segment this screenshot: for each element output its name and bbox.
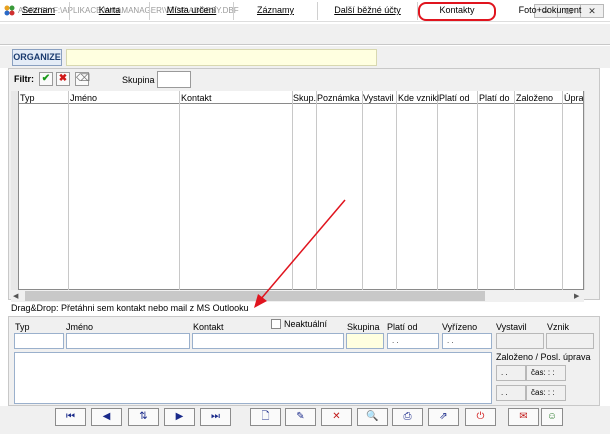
org-name-field[interactable] xyxy=(66,49,377,66)
col-divider xyxy=(562,91,563,290)
drag-drop-hint: Drag&Drop: Přetáhni sem kontakt nebo mai… xyxy=(11,303,249,313)
zalozeno-label: Založeno / Posl. úprava xyxy=(496,352,591,362)
tab-label: Záznamy xyxy=(256,5,294,15)
skupina-filter-input[interactable] xyxy=(157,71,191,88)
find-icon[interactable]: 🔍 xyxy=(357,408,388,426)
tab-label: Foto+dokument xyxy=(518,5,582,15)
last-icon[interactable]: ⏭ xyxy=(200,408,231,426)
scroll-right-icon[interactable]: ▶ xyxy=(574,292,579,300)
skupina-detail-field[interactable] xyxy=(346,333,384,349)
x-icon[interactable]: ✖ xyxy=(56,72,70,86)
tab-foto-dokument[interactable]: Foto+dokument xyxy=(500,2,600,20)
tab-zaznamy[interactable]: Záznamy xyxy=(234,2,318,20)
col-header-uprava[interactable]: Úprava xyxy=(564,93,583,103)
col-divider xyxy=(514,91,515,290)
typ-field[interactable] xyxy=(14,333,64,349)
mail-icon[interactable]: ✉ xyxy=(508,408,539,426)
vystavil-label: Vystavil xyxy=(496,322,527,332)
col-header-skupina[interactable]: Skup. xyxy=(293,93,316,103)
tab-strip xyxy=(0,24,610,45)
col-divider xyxy=(179,91,180,290)
tab-seznam[interactable]: Seznam xyxy=(8,2,70,20)
col-divider xyxy=(437,91,438,290)
uprava-date: . . xyxy=(496,385,526,401)
filter-label: Filtr: xyxy=(14,74,34,84)
tab-dalsi-ucty[interactable]: Další běžné účty xyxy=(318,2,418,20)
vystavil-field xyxy=(496,333,544,349)
check-icon[interactable]: ✔ xyxy=(39,72,53,86)
grid-vertical-scrollbar[interactable] xyxy=(584,91,598,290)
col-header-vystavil[interactable]: Vystavil xyxy=(363,93,394,103)
vyrizeno-field[interactable]: . . xyxy=(442,333,492,349)
neaktualni-label: Neaktuální xyxy=(284,319,328,329)
plati-od-field[interactable]: . . xyxy=(387,333,439,349)
vznik-field xyxy=(546,333,594,349)
col-header-kde-vznikl[interactable]: Kde vznikl xyxy=(398,93,439,103)
jmeno-field[interactable] xyxy=(66,333,190,349)
print-icon[interactable]: ⎙ xyxy=(392,408,423,426)
plati-od-label: Platí od xyxy=(387,322,418,332)
kontakt-field[interactable] xyxy=(192,333,344,349)
col-header-zalozeno[interactable]: Založeno xyxy=(516,93,553,103)
tab-mista-urceni[interactable]: Místa určení xyxy=(150,2,234,20)
tab-label: Seznam xyxy=(21,5,56,15)
note-textarea[interactable] xyxy=(14,352,492,404)
tab-label: Místa určení xyxy=(166,5,217,15)
person-icon[interactable]: ☺ xyxy=(541,408,563,426)
col-header-poznamka[interactable]: Poznámka xyxy=(317,93,360,103)
export-icon[interactable]: ⇗ xyxy=(428,408,459,426)
tab-label: Karta xyxy=(98,5,121,15)
prev-icon[interactable]: ◀ xyxy=(91,408,122,426)
first-icon[interactable]: ⏮ xyxy=(55,408,86,426)
vznik-label: Vznik xyxy=(547,322,570,332)
neaktualni-checkbox[interactable] xyxy=(271,319,281,329)
annotation-arrow-icon xyxy=(254,199,346,308)
col-divider xyxy=(396,91,397,290)
tab-kontakty[interactable]: Kontakty xyxy=(418,2,496,21)
vyrizeno-label: Vyřízeno xyxy=(442,322,478,332)
zalozeno-time: čas: : : xyxy=(526,365,566,381)
tab-karta[interactable]: Karta xyxy=(70,2,150,20)
power-icon[interactable]: ⏻ xyxy=(465,408,496,426)
jmeno-label: Jméno xyxy=(66,322,94,332)
row-indicator xyxy=(11,91,19,290)
kontakt-label: Kontakt xyxy=(193,322,224,332)
uprava-time: čas: : : xyxy=(526,385,566,401)
col-divider xyxy=(68,91,69,290)
org-label: ORGANIZE xyxy=(12,49,62,66)
tab-label: Kontakty xyxy=(439,5,475,15)
col-header-typ[interactable]: Typ xyxy=(20,93,35,103)
skupina-detail-label: Skupina xyxy=(347,322,380,332)
new-icon[interactable]: 🗋 xyxy=(250,408,281,426)
col-header-kontakt[interactable]: Kontakt xyxy=(181,93,212,103)
edit-icon[interactable]: ✎ xyxy=(285,408,316,426)
typ-label: Typ xyxy=(15,322,30,332)
sort-icon[interactable]: ⇅ xyxy=(128,408,159,426)
eraser-icon[interactable]: ⌫ xyxy=(75,72,90,86)
col-header-jmeno[interactable]: Jméno xyxy=(70,93,97,103)
scroll-left-icon[interactable]: ◀ xyxy=(13,292,18,300)
delete-icon[interactable]: ✕ xyxy=(321,408,352,426)
col-header-plati-do[interactable]: Platí do xyxy=(479,93,510,103)
col-header-plati-od[interactable]: Platí od xyxy=(439,93,470,103)
col-divider xyxy=(477,91,478,290)
skupina-label: Skupina xyxy=(122,75,155,85)
zalozeno-date: . . xyxy=(496,365,526,381)
tab-label: Další běžné účty xyxy=(334,5,401,15)
next-icon[interactable]: ▶ xyxy=(164,408,195,426)
col-divider xyxy=(362,91,363,290)
